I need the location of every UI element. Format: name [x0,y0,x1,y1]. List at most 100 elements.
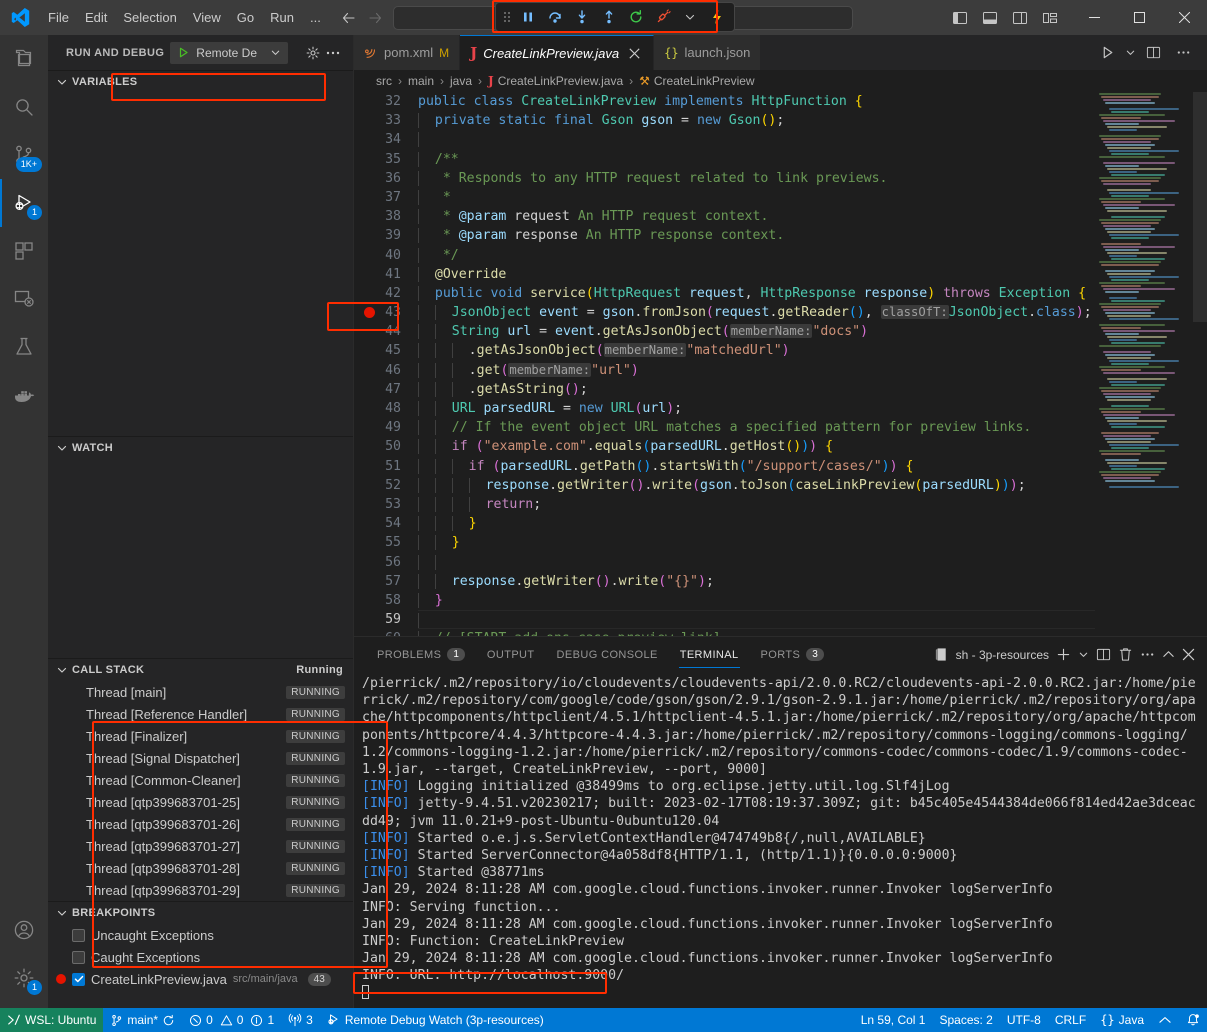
call-stack-thread-row[interactable]: Thread [qtp399683701-28]RUNNING [48,857,353,879]
terminal-profile-chevron-down-icon[interactable] [1078,649,1089,660]
tab-ports[interactable]: PORTS 3 [752,637,833,672]
chevron-down-icon[interactable] [56,76,68,88]
debug-pause-button[interactable] [515,5,541,29]
sidebar-more-actions-icon[interactable] [325,45,341,61]
accounts-button[interactable] [0,906,48,954]
status-indentation[interactable]: Spaces: 2 [932,1008,999,1032]
code-line[interactable]: public class CreateLinkPreview implement… [418,92,1095,111]
status-encoding[interactable]: UTF-8 [1000,1008,1048,1032]
toggle-panel-icon[interactable] [976,4,1004,32]
window-maximize-button[interactable] [1117,0,1162,35]
menu-run[interactable]: Run [262,0,302,35]
code-line[interactable]: .get(memberName:"url") [418,361,1095,380]
code-line[interactable]: } [418,533,1095,552]
line-number[interactable]: 51 [354,457,401,476]
code-line[interactable]: URL parsedURL = new URL(url); [418,399,1095,418]
run-file-button[interactable] [1093,39,1121,67]
code-line[interactable]: private static final Gson gson = new Gso… [418,111,1095,130]
code-line[interactable]: response.getWriter().write("{}"); [418,572,1095,591]
status-eol[interactable]: CRLF [1048,1008,1093,1032]
code-line[interactable]: * [418,188,1095,207]
variables-section-header[interactable]: VARIABLES [48,71,353,93]
menu-more[interactable]: ... [302,0,329,35]
line-number[interactable]: 32 [354,92,401,111]
status-ports[interactable]: 3 [281,1008,320,1032]
settings-gear-button[interactable]: 1 [0,954,48,1002]
line-number[interactable]: 40 [354,246,401,265]
code-line[interactable]: * Responds to any HTTP request related t… [418,169,1095,188]
breadcrumb-item-main[interactable]: main [408,74,434,88]
line-number[interactable]: 45 [354,341,401,360]
watch-section-header[interactable]: WATCH [48,437,353,459]
line-number[interactable]: 34 [354,130,401,149]
sidebar-item-docker[interactable] [0,371,48,419]
start-debug-play-icon[interactable] [177,46,190,59]
sync-icon[interactable] [162,1014,175,1027]
editor-minimap[interactable] [1095,92,1207,636]
breadcrumb-item-src[interactable]: src [376,74,392,88]
back-arrow-icon[interactable] [337,6,361,30]
call-stack-thread-row[interactable]: Thread [qtp399683701-26]RUNNING [48,813,353,835]
status-problems[interactable]: 0 0 1 [182,1008,281,1032]
debug-step-into-button[interactable] [569,5,595,29]
debug-configuration-select[interactable]: Remote De [170,42,288,64]
code-line[interactable] [418,130,1095,149]
breakpoint-checkbox[interactable] [72,973,85,986]
code-line[interactable]: @Override [418,265,1095,284]
breakpoint-row[interactable]: Caught Exceptions [48,946,353,968]
breadcrumb-item-java[interactable]: java [450,74,472,88]
editor-more-actions-icon[interactable] [1169,39,1197,67]
line-number[interactable]: 42 [354,284,401,303]
customize-layout-icon[interactable] [1036,4,1064,32]
code-line[interactable]: } [418,591,1095,610]
chevron-down-icon[interactable] [56,442,68,454]
line-number[interactable]: 35 [354,150,401,169]
call-stack-thread-row[interactable]: Thread [qtp399683701-25]RUNNING [48,791,353,813]
terminal-output[interactable]: /pierrick/.m2/repository/io/cloudevents/… [354,672,1207,1008]
call-stack-section-header[interactable]: CALL STACK Running [48,659,353,681]
sidebar-item-source-control[interactable]: 1K+ [0,131,48,179]
menu-selection[interactable]: Selection [115,0,184,35]
close-icon[interactable] [629,48,643,59]
sidebar-item-explorer[interactable] [0,35,48,83]
debug-lightning-button[interactable] [704,5,730,29]
run-options-chevron-down-icon[interactable] [1123,39,1137,67]
line-number[interactable]: 41 [354,265,401,284]
terminal-name[interactable]: sh - 3p-resources [956,648,1049,662]
sidebar-item-search[interactable] [0,83,48,131]
debug-disconnect-button[interactable] [650,5,676,29]
call-stack-thread-row[interactable]: Thread [Reference Handler]RUNNING [48,703,353,725]
call-stack-thread-row[interactable]: Thread [qtp399683701-29]RUNNING [48,879,353,901]
line-number[interactable]: 56 [354,553,401,572]
status-cursor-position[interactable]: Ln 59, Col 1 [854,1008,933,1032]
code-line[interactable]: */ [418,246,1095,265]
breadcrumb-item-file[interactable]: CreateLinkPreview.java [498,74,623,88]
forward-arrow-icon[interactable] [363,6,387,30]
code-line[interactable] [418,610,1095,629]
code-line[interactable]: response.getWriter().write(gson.toJson(c… [418,476,1095,495]
tab-launch-json[interactable]: {} launch.json [654,35,761,70]
line-number[interactable]: 37 [354,188,401,207]
panel-more-actions-icon[interactable] [1140,647,1155,662]
line-number[interactable]: 36 [354,169,401,188]
maximize-panel-icon[interactable] [1162,648,1175,661]
line-number[interactable]: 39 [354,226,401,245]
line-number[interactable]: 59 [354,610,401,629]
call-stack-thread-row[interactable]: Thread [Common-Cleaner]RUNNING [48,769,353,791]
sidebar-item-run-and-debug[interactable]: 1 [0,179,48,227]
tab-createlinkpreview-java[interactable]: J CreateLinkPreview.java [460,35,654,70]
code-line[interactable]: /** [418,150,1095,169]
tab-terminal[interactable]: TERMINAL [671,637,748,672]
line-number[interactable]: 38 [354,207,401,226]
tab-problems[interactable]: PROBLEMS 1 [368,637,474,672]
line-number[interactable]: 49 [354,418,401,437]
split-editor-icon[interactable] [1139,39,1167,67]
sidebar-item-extensions[interactable] [0,227,48,275]
chevron-down-icon[interactable] [56,664,68,676]
editor-code-content[interactable]: public class CreateLinkPreview implement… [414,92,1095,636]
status-git-branch[interactable]: main* [103,1008,182,1032]
line-number[interactable]: 33 [354,111,401,130]
code-line[interactable]: .getAsJsonObject(memberName:"matchedUrl"… [418,341,1095,360]
code-editor[interactable]: 3233343536373839404142434445464748495051… [354,92,1207,636]
toggle-secondary-sidebar-icon[interactable] [1006,4,1034,32]
